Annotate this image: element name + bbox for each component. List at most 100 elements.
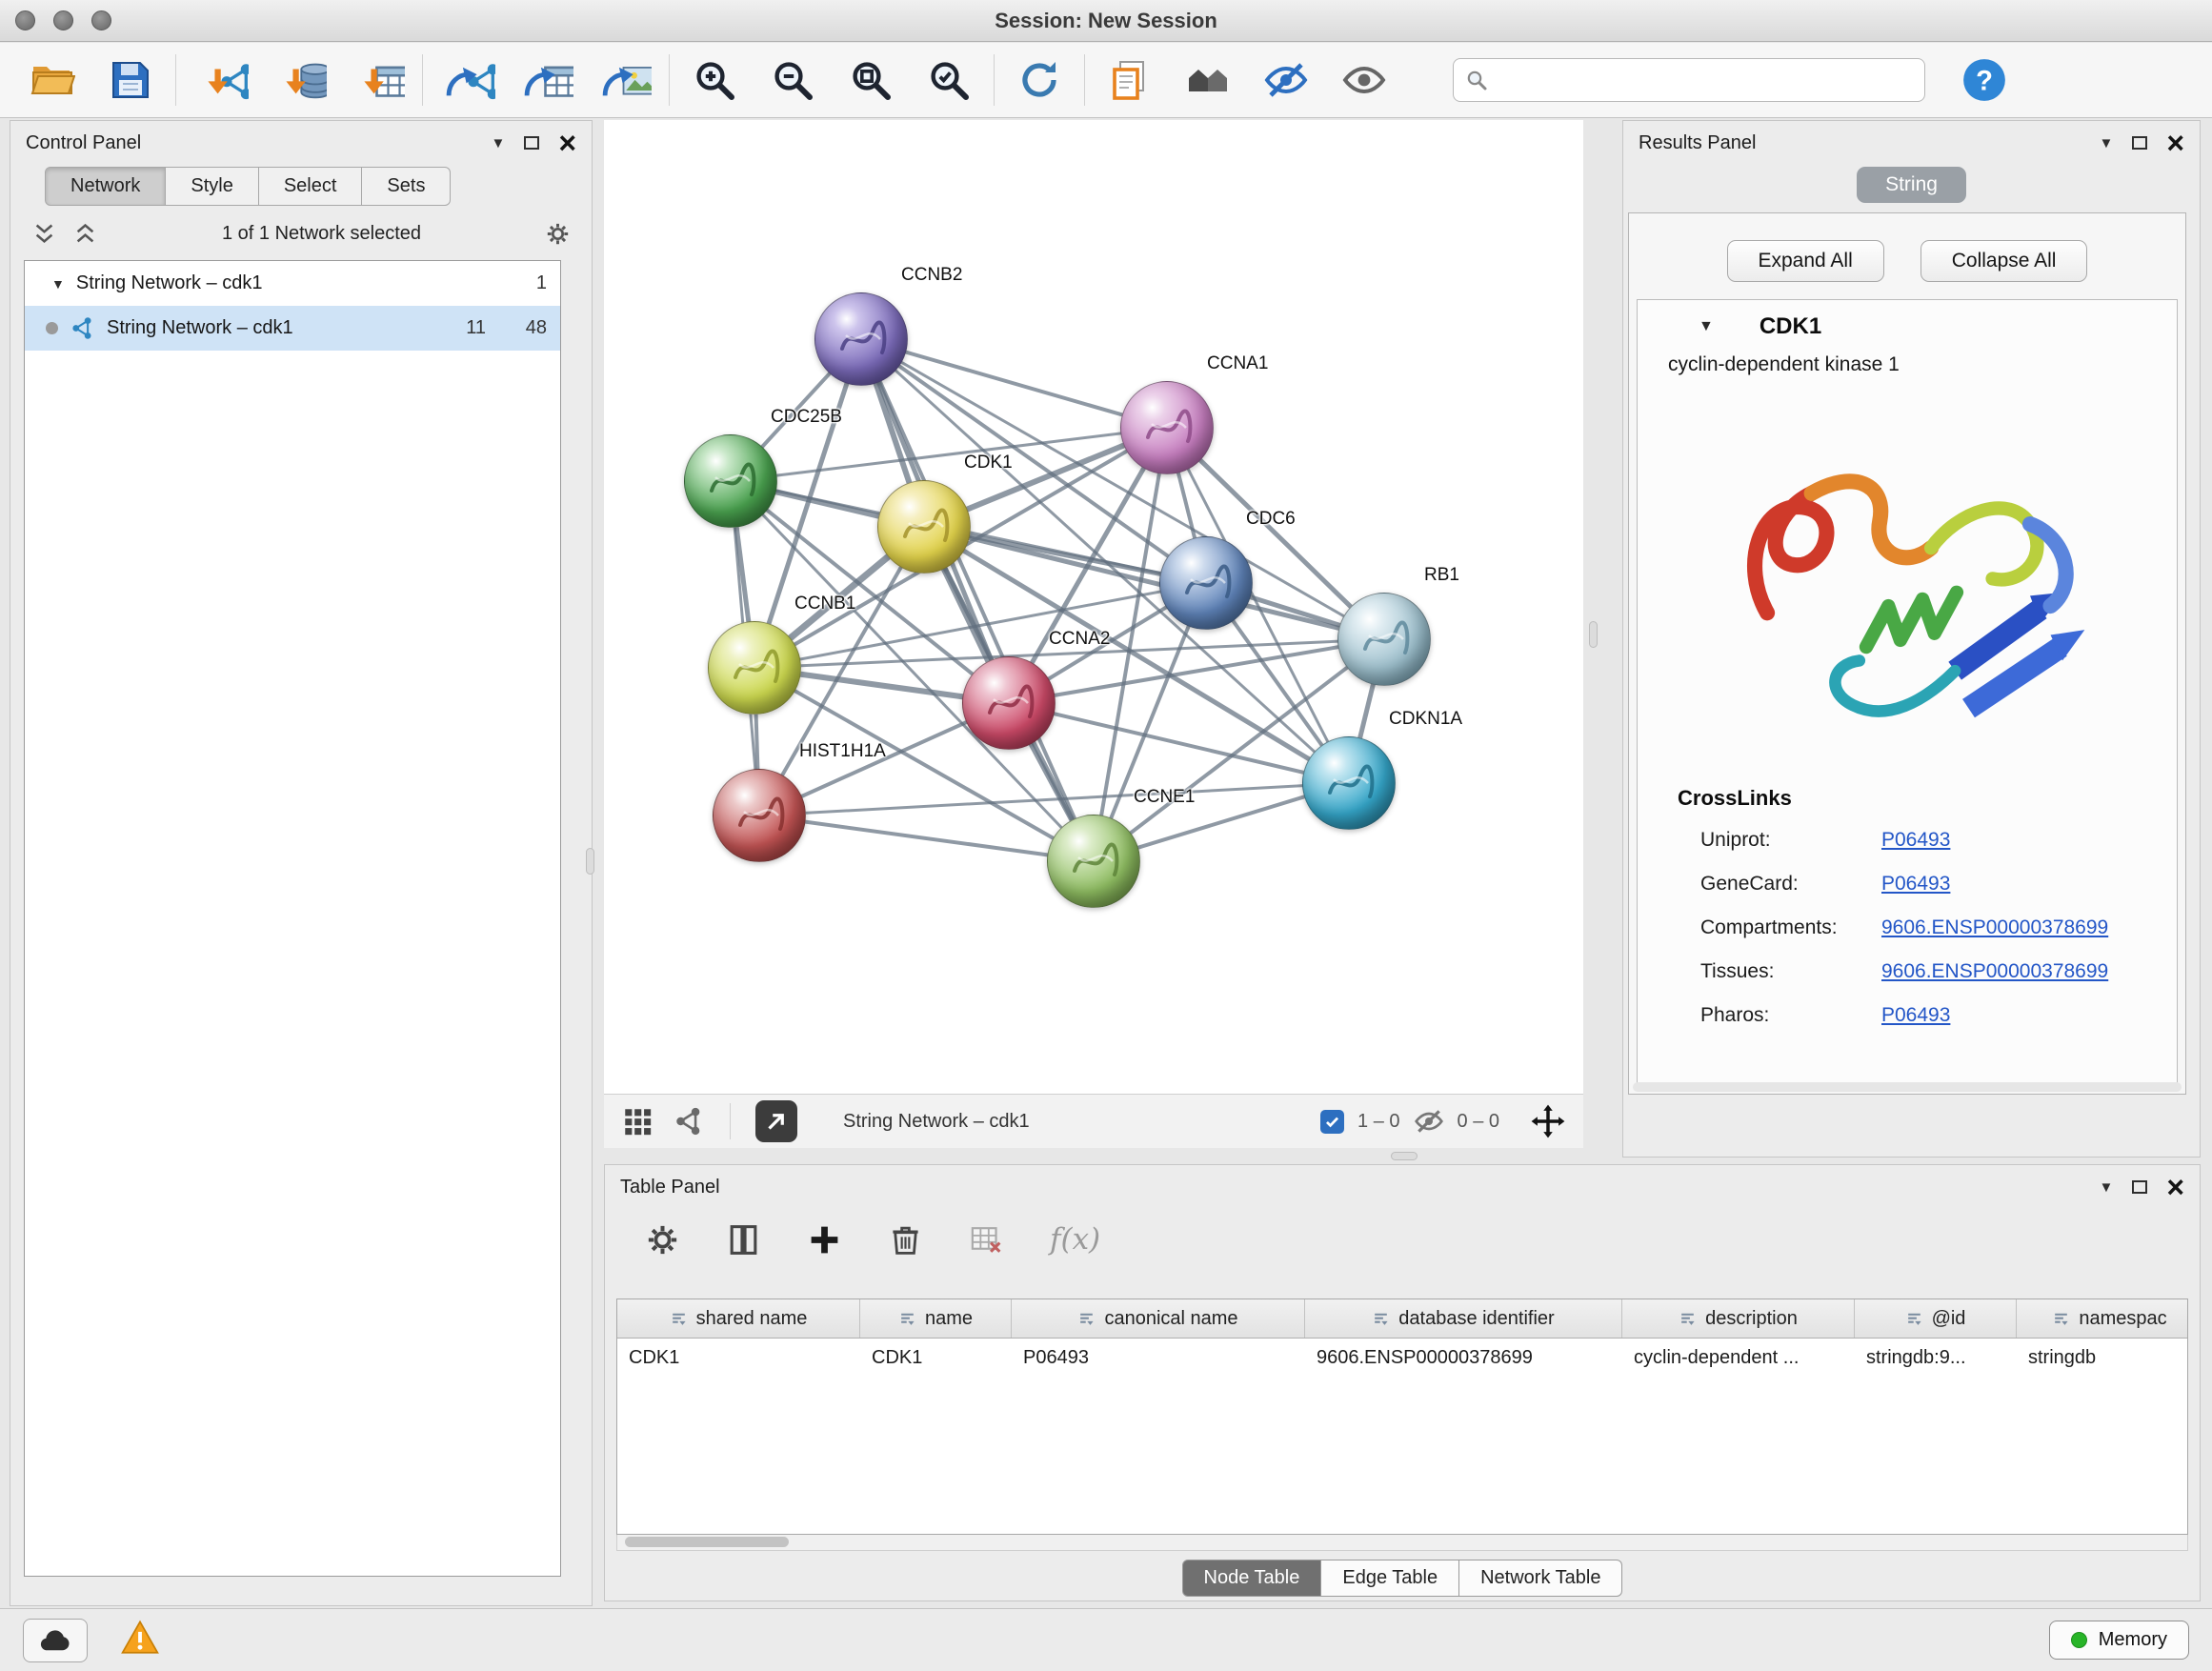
crosslink-value-link[interactable]: P06493	[1881, 1004, 1950, 1027]
panel-collapse-icon[interactable]: ▼	[2099, 136, 2113, 151]
new-network-icon	[440, 57, 495, 103]
zoom-in-button[interactable]	[687, 52, 742, 108]
panel-collapse-icon[interactable]: ▼	[2099, 1180, 2113, 1195]
home-button[interactable]	[1180, 52, 1236, 108]
column-header[interactable]: @id	[1855, 1299, 2017, 1338]
hidden-eye-slash-icon[interactable]	[1414, 1106, 1444, 1137]
zoom-selected-icon	[926, 57, 972, 103]
selected-checkbox-icon[interactable]	[1320, 1110, 1344, 1134]
network-collection-label: String Network – cdk1	[76, 272, 263, 294]
tab-edge-table[interactable]: Edge Table	[1321, 1560, 1459, 1597]
panel-close-icon[interactable]: ×	[2166, 1178, 2184, 1196]
network-node-CCNE1[interactable]	[1047, 815, 1140, 908]
results-panel-title: Results Panel	[1639, 132, 1756, 154]
panel-float-icon[interactable]	[524, 136, 539, 150]
show-all-button[interactable]	[1337, 52, 1392, 108]
network-row-selected[interactable]: String Network – cdk1 11 48	[25, 306, 560, 351]
zoom-out-button[interactable]	[765, 52, 820, 108]
network-node-CCNA1[interactable]	[1120, 381, 1214, 474]
network-node-CDK1[interactable]	[877, 480, 971, 574]
table-horizontal-scrollbar[interactable]	[616, 1535, 2188, 1551]
panel-close-icon[interactable]: ×	[2166, 134, 2184, 151]
zoom-fit-button[interactable]	[843, 52, 898, 108]
expand-all-button[interactable]: Expand All	[1727, 240, 1884, 282]
network-collection-row[interactable]: ▼ String Network – cdk1 1	[25, 261, 560, 306]
birds-eye-grid-icon[interactable]	[621, 1105, 654, 1137]
open-session-button[interactable]	[25, 52, 80, 108]
tab-node-table[interactable]: Node Table	[1182, 1560, 1322, 1597]
results-scrollbar[interactable]	[1633, 1082, 2182, 1092]
help-button[interactable]	[1960, 55, 2009, 105]
panel-float-icon[interactable]	[2132, 136, 2147, 150]
network-node-CCNB2[interactable]	[814, 292, 908, 386]
panel-float-icon[interactable]	[2132, 1180, 2147, 1194]
protein-ribbon-thumb-icon	[976, 671, 1043, 737]
tab-sets[interactable]: Sets	[362, 167, 451, 206]
tab-network-table[interactable]: Network Table	[1459, 1560, 1622, 1597]
collapse-all-networks-icon[interactable]	[72, 221, 98, 247]
crosslink-row: Tissues:9606.ENSP00000378699	[1638, 950, 2177, 994]
crosslink-value-link[interactable]: P06493	[1881, 873, 1950, 896]
network-node-CCNB1[interactable]	[708, 621, 801, 715]
collapse-all-button[interactable]: Collapse All	[1920, 240, 2088, 282]
add-column-icon[interactable]	[807, 1222, 842, 1258]
network-node-CDKN1A[interactable]	[1302, 736, 1396, 830]
cloud-button[interactable]	[23, 1619, 88, 1662]
horizontal-splitter-handle[interactable]	[1391, 1152, 1418, 1160]
new-network-table-button[interactable]	[518, 52, 573, 108]
crosslink-value-link[interactable]: P06493	[1881, 829, 1950, 852]
network-node-HIST1H1A[interactable]	[713, 769, 806, 862]
network-view-canvas[interactable]: CCNB2CCNA1CDC25BCDK1CDC6RB1CCNB1CCNA2CDK…	[604, 120, 1583, 1094]
crosslink-value-link[interactable]: 9606.ENSP00000378699	[1881, 916, 2108, 939]
column-header[interactable]: description	[1622, 1299, 1855, 1338]
save-session-button[interactable]	[103, 52, 158, 108]
network-node-CCNA2[interactable]	[962, 656, 1056, 750]
table-cell: P06493	[1012, 1339, 1305, 1377]
detach-view-button[interactable]	[755, 1100, 797, 1142]
new-network-button[interactable]	[440, 52, 495, 108]
tab-style[interactable]: Style	[166, 167, 258, 206]
panel-collapse-icon[interactable]: ▼	[491, 136, 505, 151]
expand-all-networks-icon[interactable]	[31, 221, 57, 247]
delete-column-icon[interactable]	[888, 1222, 923, 1258]
network-node-CDC25B[interactable]	[684, 434, 777, 528]
tab-string[interactable]: String	[1857, 167, 1966, 203]
tab-network[interactable]: Network	[45, 167, 166, 206]
search-icon	[1465, 69, 1488, 91]
network-options-gear-icon[interactable]	[545, 221, 571, 247]
column-header[interactable]: database identifier	[1305, 1299, 1622, 1338]
column-header[interactable]: shared name	[617, 1299, 860, 1338]
network-node-CDC6[interactable]	[1159, 536, 1253, 630]
table-options-gear-icon[interactable]	[645, 1222, 680, 1258]
column-header[interactable]: namespac	[2017, 1299, 2188, 1338]
search-input[interactable]	[1496, 70, 1913, 91]
show-columns-icon[interactable]	[726, 1222, 761, 1258]
tab-select[interactable]: Select	[259, 167, 363, 206]
pan-move-icon[interactable]	[1530, 1103, 1566, 1139]
column-header[interactable]: name	[860, 1299, 1012, 1338]
apply-layout-button[interactable]	[1012, 52, 1067, 108]
network-node-RB1[interactable]	[1337, 593, 1431, 686]
hide-selected-button[interactable]	[1258, 52, 1314, 108]
left-splitter-handle[interactable]	[586, 848, 594, 875]
scrollbar-thumb[interactable]	[625, 1537, 789, 1547]
tree-expand-icon[interactable]: ▼	[51, 276, 65, 292]
crosslink-value-link[interactable]: 9606.ENSP00000378699	[1881, 960, 2108, 983]
right-splitter-handle[interactable]	[1589, 621, 1598, 648]
column-header-label: shared name	[696, 1308, 808, 1330]
panel-close-icon[interactable]: ×	[558, 134, 576, 151]
table-row[interactable]: CDK1CDK1P064939606.ENSP00000378699cyclin…	[617, 1339, 2187, 1377]
gene-section-header[interactable]: ▼ CDK1	[1638, 300, 2177, 353]
section-collapse-icon[interactable]: ▼	[1699, 318, 1714, 335]
column-header[interactable]: canonical name	[1012, 1299, 1305, 1338]
import-network-from-file-button[interactable]	[193, 52, 249, 108]
copy-document-button[interactable]	[1102, 52, 1157, 108]
network-overview-icon[interactable]	[673, 1105, 705, 1137]
warnings-button[interactable]	[120, 1618, 160, 1662]
memory-button[interactable]: Memory	[2049, 1621, 2189, 1660]
import-network-from-database-button[interactable]	[271, 52, 327, 108]
import-table-from-file-button[interactable]	[350, 52, 405, 108]
network-view-title: String Network – cdk1	[843, 1111, 1030, 1133]
export-image-button[interactable]	[596, 52, 652, 108]
zoom-selected-button[interactable]	[921, 52, 976, 108]
